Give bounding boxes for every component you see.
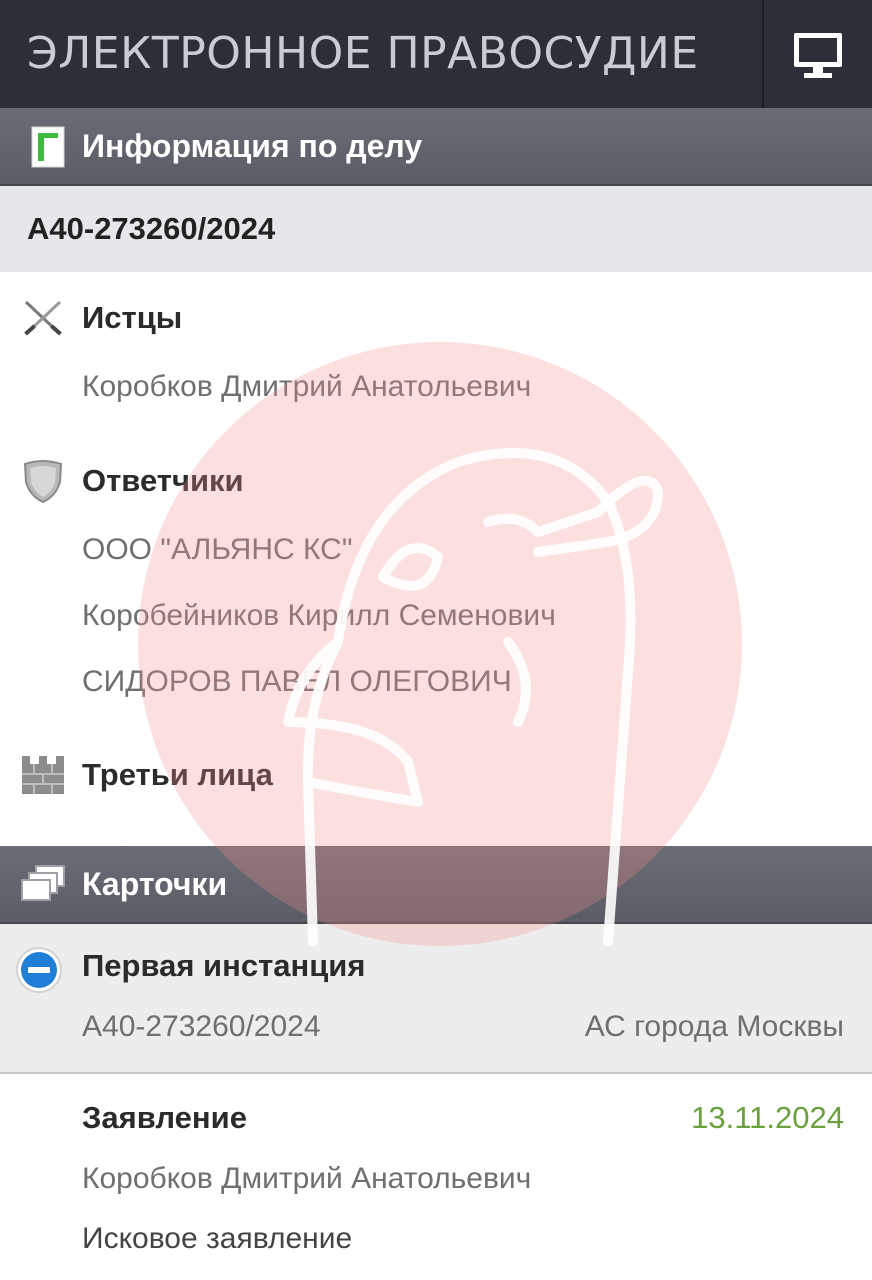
document-description[interactable]: Исковое заявление bbox=[82, 1222, 352, 1256]
cards-stack-icon bbox=[21, 865, 65, 901]
plaintiff-item[interactable]: Коробков Дмитрий Анатольевич bbox=[82, 370, 531, 404]
third-parties-title[interactable]: Третьи лица bbox=[82, 757, 273, 793]
first-instance-card[interactable]: Первая инстанция А40-273260/2024 АС горо… bbox=[0, 924, 872, 1074]
case-number: А40-273260/2024 bbox=[27, 211, 276, 246]
defendant-item[interactable]: ООО "АЛЬЯНС КС" bbox=[82, 533, 352, 567]
first-instance-title[interactable]: Первая инстанция bbox=[82, 948, 365, 984]
top-bar: ЭЛЕКТРОННОЕ ПРАВОСУДИЕ bbox=[0, 0, 872, 108]
first-instance-court: АС города Москвы bbox=[584, 1010, 844, 1043]
document-author: Коробков Дмитрий Анатольевич bbox=[82, 1162, 532, 1195]
collapse-minus-icon[interactable] bbox=[15, 946, 63, 994]
defendant-item[interactable]: СИДОРОВ ПАВЕЛ ОЛЕГОВИЧ bbox=[82, 665, 512, 699]
first-instance-case-number: А40-273260/2024 bbox=[82, 1010, 321, 1043]
plaintiffs-title: Истцы bbox=[82, 300, 183, 335]
case-number-bar: А40-273260/2024 bbox=[0, 186, 872, 272]
case-info-title: Информация по делу bbox=[82, 128, 423, 164]
cards-header: Карточки bbox=[0, 846, 872, 924]
monitor-icon bbox=[794, 33, 842, 78]
case-info-header: Информация по делу bbox=[0, 108, 872, 186]
defendants-title: Ответчики bbox=[82, 463, 244, 498]
desktop-version-button[interactable] bbox=[764, 0, 872, 108]
wall-icon bbox=[22, 756, 64, 794]
crossed-swords-icon bbox=[24, 300, 62, 336]
site-brand[interactable]: ЭЛЕКТРОННОЕ ПРАВОСУДИЕ bbox=[27, 28, 699, 80]
document-icon bbox=[31, 126, 65, 168]
defendant-item[interactable]: Коробейников Кирилл Семенович bbox=[82, 599, 556, 633]
cards-title: Карточки bbox=[82, 866, 228, 902]
document-date: 13.11.2024 bbox=[691, 1100, 844, 1135]
document-type: Заявление bbox=[82, 1100, 247, 1135]
shield-icon bbox=[23, 460, 63, 504]
